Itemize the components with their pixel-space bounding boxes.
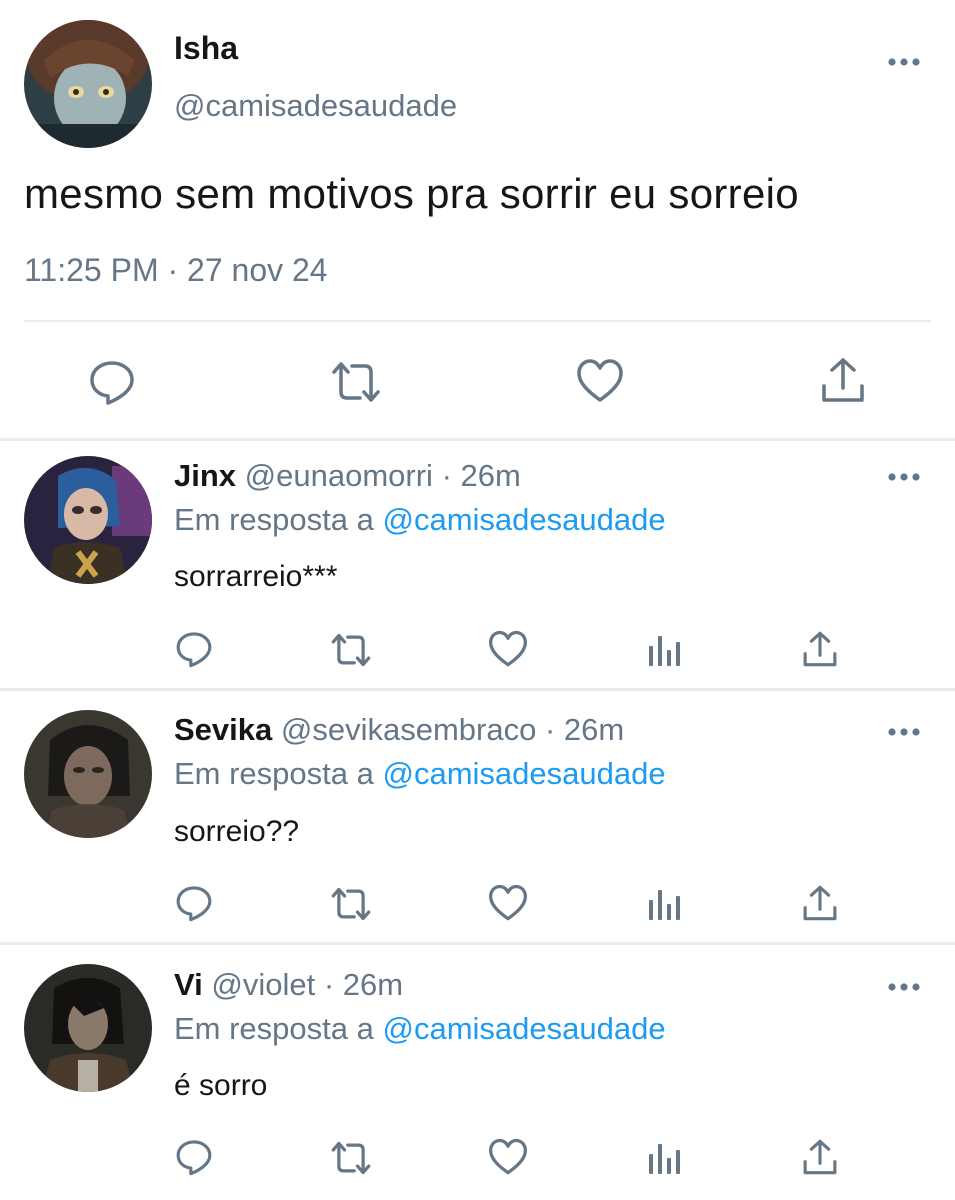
reply-context-vi: Em resposta a @camisadesaudade bbox=[174, 1011, 666, 1047]
retweet-icon[interactable] bbox=[330, 886, 372, 922]
comment-icon[interactable] bbox=[175, 1138, 213, 1176]
analytics-icon[interactable] bbox=[648, 886, 682, 920]
reply-to-link[interactable]: @camisadesaudade bbox=[383, 502, 666, 537]
avatar-sevika[interactable] bbox=[24, 710, 152, 838]
reply-context-jinx: Em resposta a @camisadesaudade bbox=[174, 502, 666, 538]
comment-icon[interactable] bbox=[175, 884, 213, 922]
reply-divider bbox=[0, 942, 955, 945]
avatar-jinx[interactable] bbox=[24, 456, 152, 584]
reply-time[interactable]: · 26m bbox=[442, 458, 521, 493]
reply-text: sorreio?? bbox=[174, 815, 300, 848]
more-icon[interactable] bbox=[886, 470, 922, 484]
heart-icon[interactable] bbox=[576, 358, 624, 404]
share-icon[interactable] bbox=[802, 884, 838, 922]
reply-handle[interactable]: @violet bbox=[211, 967, 315, 1002]
reply-context-sevika: Em resposta a @camisadesaudade bbox=[174, 756, 666, 792]
reply-prefix: Em resposta a bbox=[174, 756, 374, 791]
analytics-icon[interactable] bbox=[648, 632, 682, 666]
main-tweet-text: mesmo sem motivos pra sorrir eu sorreio bbox=[24, 170, 799, 217]
main-section-divider bbox=[0, 438, 955, 441]
share-icon[interactable] bbox=[820, 356, 866, 404]
reply-text: sorrarreio*** bbox=[174, 560, 338, 593]
reply-prefix: Em resposta a bbox=[174, 1011, 374, 1046]
more-icon[interactable] bbox=[886, 725, 922, 739]
reply-to-link[interactable]: @camisadesaudade bbox=[383, 1011, 666, 1046]
reply-display-name[interactable]: Jinx bbox=[174, 458, 236, 493]
more-icon[interactable] bbox=[886, 980, 922, 994]
main-divider bbox=[24, 320, 931, 322]
heart-icon[interactable] bbox=[488, 884, 528, 922]
retweet-icon[interactable] bbox=[330, 1140, 372, 1176]
reply-header-jinx: Jinx @eunaomorri · 26m bbox=[174, 458, 521, 494]
main-handle[interactable]: @camisadesaudade bbox=[174, 88, 457, 124]
reply-display-name[interactable]: Sevika bbox=[174, 712, 272, 747]
analytics-icon[interactable] bbox=[648, 1140, 682, 1174]
reply-display-name[interactable]: Vi bbox=[174, 967, 203, 1002]
reply-text: é sorro bbox=[174, 1069, 268, 1102]
heart-icon[interactable] bbox=[488, 1138, 528, 1176]
share-icon[interactable] bbox=[802, 630, 838, 668]
main-display-name[interactable]: Isha bbox=[174, 30, 238, 67]
reply-handle[interactable]: @sevikasembraco bbox=[281, 712, 536, 747]
reply-handle[interactable]: @eunaomorri bbox=[245, 458, 433, 493]
reply-to-link[interactable]: @camisadesaudade bbox=[383, 756, 666, 791]
reply-divider bbox=[0, 688, 955, 691]
reply-header-vi: Vi @violet · 26m bbox=[174, 967, 403, 1003]
reply-header-sevika: Sevika @sevikasembraco · 26m bbox=[174, 712, 624, 748]
reply-time[interactable]: · 26m bbox=[545, 712, 624, 747]
reply-prefix: Em resposta a bbox=[174, 502, 374, 537]
avatar-isha[interactable] bbox=[24, 20, 152, 148]
heart-icon[interactable] bbox=[488, 630, 528, 668]
reply-time[interactable]: · 26m bbox=[324, 967, 403, 1002]
avatar-vi[interactable] bbox=[24, 964, 152, 1092]
comment-icon[interactable] bbox=[175, 630, 213, 668]
retweet-icon[interactable] bbox=[330, 360, 382, 404]
comment-icon[interactable] bbox=[88, 358, 136, 406]
retweet-icon[interactable] bbox=[330, 632, 372, 668]
share-icon[interactable] bbox=[802, 1138, 838, 1176]
main-timestamp[interactable]: 11:25 PM · 27 nov 24 bbox=[24, 252, 328, 289]
more-icon[interactable] bbox=[886, 55, 922, 69]
